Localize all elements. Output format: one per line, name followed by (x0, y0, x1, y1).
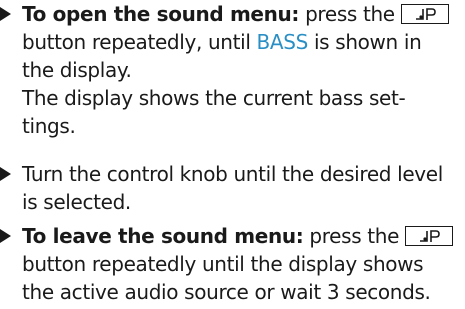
step-line-1: To open the sound menu: press the (22, 0, 465, 28)
step-line-1: To leave the sound menu: press the (22, 222, 465, 250)
instruction-page: To open the sound menu: press the button… (0, 0, 465, 309)
step-arrow-icon (0, 167, 11, 181)
step-line-2: is selected. (22, 190, 131, 214)
step-line-3: the active audio source or wait 3 second… (22, 280, 431, 304)
display-word-bass: BASS (256, 30, 309, 54)
step-lead: To leave the sound menu: (22, 224, 304, 248)
step-line-2: button repeatedly until the display show… (22, 252, 424, 276)
step-line-1: Turn the control knob until the desired … (22, 162, 443, 186)
step-arrow-icon (0, 7, 11, 21)
step-text: press the (303, 224, 406, 248)
step-text: button repeatedly, until (22, 30, 257, 54)
step-line-4: The display shows the current bass set- (22, 86, 406, 110)
step-line-2: button repeatedly, until BASS is shown i… (22, 28, 465, 56)
step-arrow-icon (0, 229, 11, 243)
step-text: is shown in (307, 30, 422, 54)
sound-settings-key (405, 226, 454, 246)
step-line-3: the display. (22, 58, 132, 82)
sound-settings-key (400, 4, 449, 24)
step-lead: To open the sound menu: (22, 2, 300, 26)
step-line-5: tings. (22, 114, 76, 138)
sound-settings-icon (415, 8, 436, 20)
step-text: press the (299, 2, 401, 26)
sound-settings-icon (420, 230, 440, 242)
